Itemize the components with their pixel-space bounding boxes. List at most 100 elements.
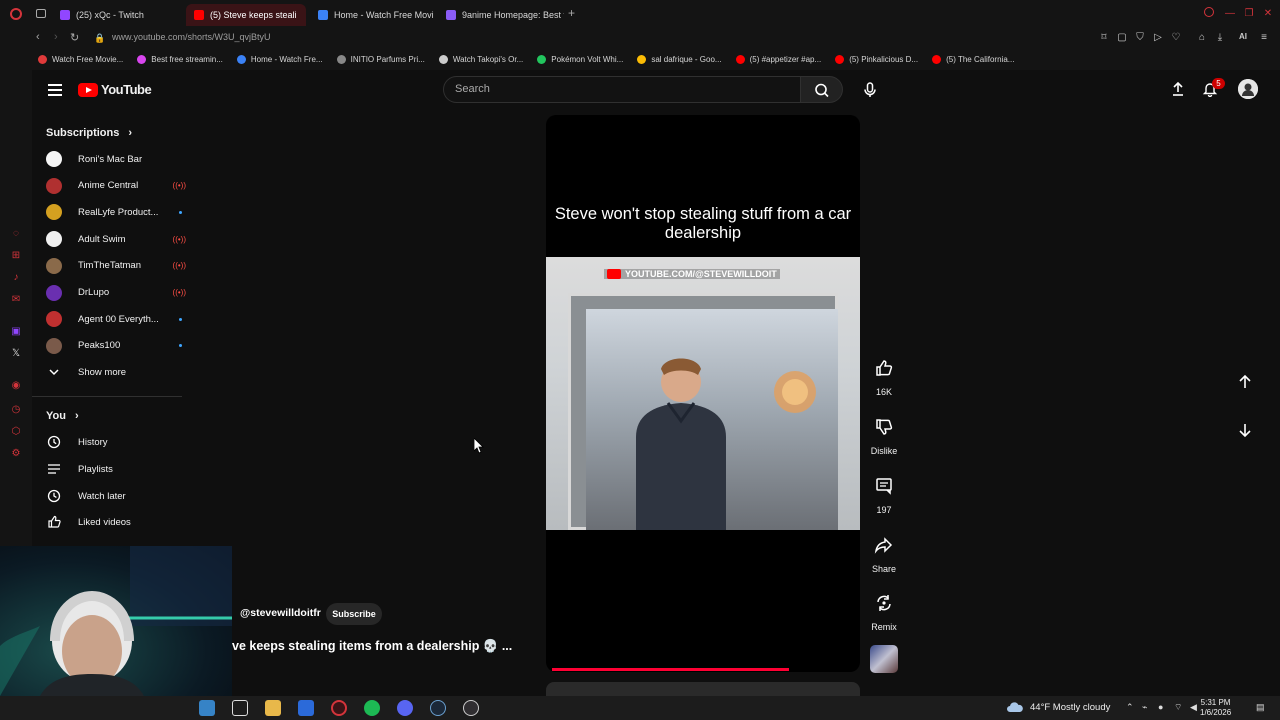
discord-taskbar-icon[interactable] (397, 700, 413, 716)
video-frame[interactable]: YOUTUBE.COM/@STEVEWILLDOIT (546, 257, 860, 530)
spotify-taskbar-icon[interactable] (364, 700, 380, 716)
account-avatar[interactable] (1238, 79, 1258, 99)
video-player-bottom[interactable] (546, 530, 860, 672)
chevron-up-icon[interactable]: ⌃ (1126, 702, 1134, 713)
minimize-button[interactable]: — (1224, 8, 1236, 20)
opera-taskbar-icon[interactable] (331, 700, 347, 716)
weather-widget[interactable]: 44°F Mostly cloudy (1006, 701, 1110, 713)
upload-icon[interactable] (1170, 81, 1186, 97)
subscriptions-heading[interactable]: Subscriptions › (46, 127, 132, 139)
next-short-preview[interactable] (546, 682, 860, 696)
bookmark-item[interactable]: Pokémon Volt Whi... (537, 54, 623, 64)
subscription-item[interactable]: TimTheTatman ((•)) (46, 256, 186, 276)
hamburger-menu-icon[interactable] (48, 84, 62, 96)
sidebar-item-watch-later[interactable]: Watch later (46, 486, 186, 506)
spotify-icon[interactable]: ◉ (10, 380, 22, 392)
subscription-item[interactable]: Roni's Mac Bar (46, 149, 186, 169)
short-title[interactable]: ve keeps stealing items from a dealershi… (232, 639, 512, 654)
shield-icon[interactable]: ⛉ (1134, 32, 1146, 43)
arrow-down-icon[interactable] (1236, 421, 1254, 439)
bookmark-item[interactable]: (5) Pinkalicious D... (835, 54, 918, 64)
gmail-icon[interactable]: ✉ (10, 294, 22, 306)
microphone-icon[interactable] (858, 78, 882, 102)
bookmark-item[interactable]: Watch Free Movie... (38, 54, 123, 64)
browser-tab[interactable]: (5) Steve keeps steali (186, 4, 306, 26)
forward-icon[interactable]: › (54, 31, 58, 43)
maximize-button[interactable]: ❐ (1243, 8, 1255, 20)
twitch-icon[interactable]: ▣ (10, 326, 22, 338)
file-explorer-icon[interactable] (265, 700, 281, 716)
subscription-item[interactable]: DrLupo ((•)) (46, 283, 186, 303)
subscription-item[interactable]: Agent 00 Everyth... (46, 309, 186, 329)
close-button[interactable]: ✕ (1262, 8, 1274, 20)
bookmark-item[interactable]: Watch Takopi's Or... (438, 54, 523, 64)
history-sidebar-icon[interactable]: ◷ (10, 404, 22, 416)
bookmark-item[interactable]: Home - Watch Fre... (236, 54, 323, 64)
bookmark-favicon-icon (537, 54, 547, 64)
arrow-up-icon[interactable] (1236, 373, 1254, 391)
tab-menu-icon[interactable] (36, 9, 46, 18)
extensions-icon[interactable]: ⬡ (10, 426, 22, 438)
obs-taskbar-icon[interactable] (463, 700, 479, 716)
settings-icon[interactable]: ⚙ (10, 448, 22, 460)
url-field[interactable]: www.youtube.com/shorts/W3U_qvjBtyU (112, 32, 271, 42)
sidebar-item-history[interactable]: History (46, 432, 186, 452)
sidebar-item-liked-videos[interactable]: Liked videos (46, 512, 186, 532)
wifi-icon[interactable]: ⌔ (1174, 702, 1182, 713)
start-icon[interactable] (199, 700, 215, 716)
channel-handle[interactable]: @stevewilldoitfr (240, 607, 321, 619)
wallet-icon[interactable]: ⌂ (1196, 32, 1208, 43)
remix-button[interactable]: Remix (866, 593, 902, 635)
heart-icon[interactable]: ♡ (1170, 32, 1182, 43)
bookmark-item[interactable]: (5) The California... (932, 54, 1014, 64)
comments-button[interactable]: 197 (866, 476, 902, 518)
you-heading[interactable]: You › (46, 410, 79, 422)
ai-icon[interactable]: AI (1234, 32, 1252, 41)
steam-taskbar-icon[interactable] (430, 700, 446, 716)
sound-thumbnail[interactable] (870, 645, 898, 673)
subscribe-button[interactable]: Subscribe (326, 603, 382, 625)
search-button[interactable] (801, 76, 843, 103)
opera-logo-icon[interactable] (10, 8, 22, 20)
subscription-item[interactable]: Adult Swim ((•)) (46, 229, 186, 249)
bookmark-item[interactable]: sal dafrique - Goo... (637, 54, 722, 64)
volume-icon[interactable]: ◀ (1190, 702, 1197, 713)
x-icon[interactable]: 𝕏 (10, 348, 22, 360)
bookmark-icon[interactable]: ⌑ (1098, 32, 1110, 43)
task-view-icon[interactable] (232, 700, 248, 716)
network-icon[interactable]: ⌁ (1142, 702, 1147, 713)
dislike-button[interactable]: Dislike (866, 417, 902, 459)
clock[interactable]: 5:31 PM 1/6/2026 (1200, 698, 1231, 718)
share-button[interactable]: Share (866, 535, 902, 577)
search-tabs-icon[interactable] (1204, 7, 1214, 17)
bookmark-item[interactable]: INITIO Parfums Pri... (336, 54, 425, 64)
mic-tray-icon[interactable]: ● (1158, 702, 1163, 712)
crypto-wallet-icon[interactable]: ⊞ (10, 250, 22, 262)
reload-icon[interactable]: ↻ (70, 31, 79, 44)
bookmark-item[interactable]: (5) #appetizer #ap... (735, 54, 821, 64)
notification-center-icon[interactable]: ▤ (1256, 702, 1265, 713)
channel-name: Anime Central (78, 180, 139, 192)
browser-tab[interactable]: (25) xQc - Twitch (52, 4, 180, 26)
player-icon[interactable]: ♪ (10, 272, 22, 284)
bookmark-item[interactable]: Best free streamin... (137, 54, 223, 64)
store-icon[interactable] (298, 700, 314, 716)
send-icon[interactable]: ▷ (1152, 32, 1164, 43)
subscription-item[interactable]: RealLyfe Product... (46, 202, 186, 222)
download-icon[interactable]: ⤓ (1214, 32, 1226, 43)
aria-icon[interactable]: ◌ (10, 228, 22, 240)
new-tab-button[interactable]: + (568, 6, 580, 20)
search-input[interactable]: Search (443, 76, 801, 103)
back-icon[interactable]: ‹ (36, 31, 40, 43)
browser-tab[interactable]: Home - Watch Free Movie (310, 4, 434, 26)
browser-tab[interactable]: 9anime Homepage: Best f (438, 4, 564, 26)
menu-icon[interactable]: ≡ (1258, 32, 1270, 43)
show-more-button[interactable]: Show more (46, 362, 186, 382)
progress-bar[interactable] (552, 668, 790, 671)
sidebar-item-playlists[interactable]: Playlists (46, 459, 186, 479)
snapshot-icon[interactable]: ▢ (1116, 32, 1128, 43)
like-button[interactable]: 16K (866, 358, 902, 400)
youtube-logo[interactable]: YouTube (78, 82, 152, 97)
subscription-item[interactable]: Anime Central ((•)) (46, 176, 186, 196)
subscription-item[interactable]: Peaks100 (46, 336, 186, 356)
